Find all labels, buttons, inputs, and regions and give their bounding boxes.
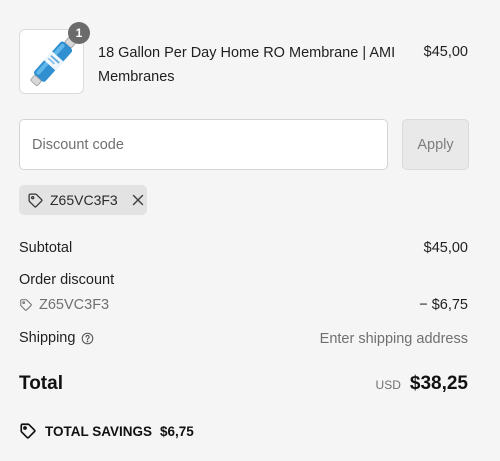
discount-code-input[interactable] <box>19 119 388 170</box>
tag-icon <box>19 298 33 312</box>
shipping-value: Enter shipping address <box>319 331 468 347</box>
order-discount-label: Order discount <box>19 272 115 288</box>
tag-icon <box>27 192 44 209</box>
total-label: Total <box>19 373 63 394</box>
total-value: $38,25 <box>409 373 468 394</box>
subtotal-value: $45,00 <box>423 240 468 256</box>
product-title: 18 Gallon Per Day Home RO Membrane | AMI… <box>98 45 396 85</box>
shipping-line: Shipping <box>19 330 94 346</box>
total-amount-group: USD $38,25 <box>376 373 468 395</box>
savings-label: TOTAL SAVINGS <box>45 423 153 439</box>
discount-code-label: Z65VC3F3 <box>39 297 110 313</box>
quantity-badge: 1 <box>68 22 90 44</box>
close-icon[interactable] <box>130 192 146 208</box>
applied-code-label: Z65VC3F3 <box>50 192 118 208</box>
currency-code: USD <box>375 378 401 392</box>
savings-tag-icon <box>19 422 37 440</box>
savings-value: $6,75 <box>160 423 194 439</box>
applied-discount-chip: Z65VC3F3 <box>19 185 147 215</box>
apply-button[interactable]: Apply <box>402 119 469 170</box>
question-circle-icon[interactable] <box>81 332 94 345</box>
discount-value: − $6,75 <box>419 297 468 313</box>
total-savings: TOTAL SAVINGS $6,75 <box>19 422 194 440</box>
product-price: $45,00 <box>423 44 468 60</box>
subtotal-label: Subtotal <box>19 240 73 256</box>
discount-code-line: Z65VC3F3 <box>19 297 109 313</box>
shipping-label: Shipping <box>19 330 76 346</box>
